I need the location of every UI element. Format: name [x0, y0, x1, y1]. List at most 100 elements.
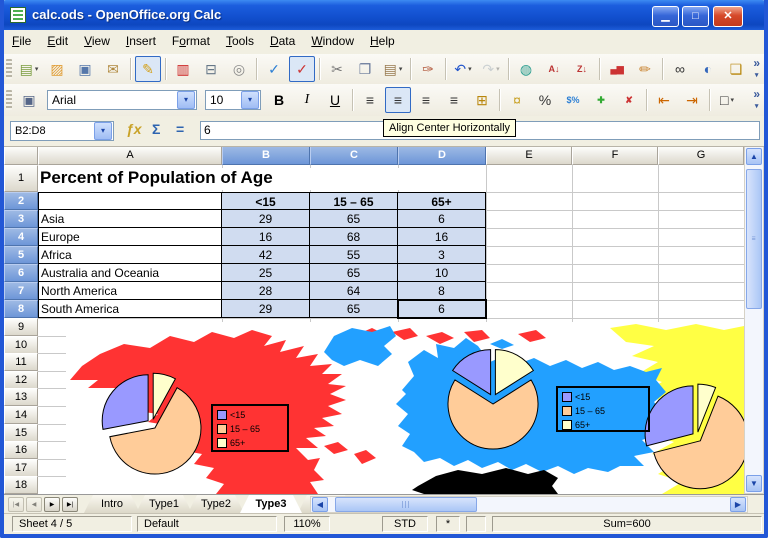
menu-tools[interactable]: Tools: [218, 30, 262, 54]
row-header-4[interactable]: 4: [4, 228, 38, 246]
row-header-13[interactable]: 13: [4, 388, 38, 406]
table-cell-value[interactable]: <15: [222, 192, 310, 210]
sort-ascending-button[interactable]: A↓: [541, 56, 567, 82]
maximize-button[interactable]: □: [682, 6, 709, 27]
font-size-dropdown-icon[interactable]: ▾: [241, 91, 259, 109]
column-header-B[interactable]: B: [222, 146, 310, 165]
table-cell-value[interactable]: 65: [310, 210, 398, 228]
row-header-5[interactable]: 5: [4, 246, 38, 264]
chart-legend[interactable]: <1515 – 6565+: [211, 404, 289, 452]
table-cell-value[interactable]: 65: [310, 300, 398, 318]
scroll-up-icon[interactable]: ▲: [746, 148, 762, 165]
number-format-currency-button[interactable]: ¤: [504, 87, 530, 113]
table-cell-value[interactable]: 29: [222, 210, 310, 228]
page-preview-button[interactable]: ◎: [226, 56, 252, 82]
function-wizard-icon[interactable]: ƒx: [126, 121, 142, 137]
table-cell-value[interactable]: 55: [310, 246, 398, 264]
column-header-D[interactable]: D: [398, 146, 486, 165]
insert-mode-field[interactable]: [466, 516, 486, 532]
styles-and-formatting-button[interactable]: ▣: [16, 87, 42, 113]
table-cell-value[interactable]: 8: [398, 282, 486, 300]
increase-indent-button[interactable]: ⇥: [679, 87, 705, 113]
next-sheet-button[interactable]: ▶: [44, 497, 60, 512]
menu-edit[interactable]: Edit: [39, 30, 76, 54]
minimize-button[interactable]: ▁: [652, 6, 679, 27]
row-header-11[interactable]: 11: [4, 353, 38, 371]
menu-insert[interactable]: Insert: [118, 30, 164, 54]
row-header-9[interactable]: 9: [4, 318, 38, 336]
title-bar[interactable]: calc.ods - OpenOffice.org Calc ▁ □ ✕: [0, 0, 768, 30]
table-cell-value[interactable]: 3: [398, 246, 486, 264]
table-cell-value[interactable]: 42: [222, 246, 310, 264]
paste-dropdown-arrow[interactable]: ▾: [399, 65, 403, 73]
row-header-15[interactable]: 15: [4, 424, 38, 442]
row-header-2[interactable]: 2: [4, 192, 38, 210]
table-cell-region-name[interactable]: North America: [38, 282, 222, 300]
open-button[interactable]: ▨: [44, 56, 70, 82]
align-right-button[interactable]: ≡: [413, 87, 439, 113]
column-header-F[interactable]: F: [572, 146, 658, 165]
find-and-replace-button[interactable]: ∞: [667, 56, 693, 82]
toolbar-overflow-button[interactable]: »▾: [753, 58, 760, 81]
sort-descending-button[interactable]: Z↓: [569, 56, 595, 82]
sheet-tab-type3[interactable]: Type3: [240, 495, 302, 513]
row-header-3[interactable]: 3: [4, 210, 38, 228]
table-cell-region-name[interactable]: Europe: [38, 228, 222, 246]
scroll-down-icon[interactable]: ▼: [746, 475, 762, 492]
table-cell-region-name[interactable]: South America: [38, 300, 222, 318]
font-name-combobox[interactable]: Arial ▾: [47, 90, 197, 110]
sheet-tab-intro[interactable]: Intro: [84, 495, 140, 513]
format-paintbrush-button[interactable]: ✑: [415, 56, 441, 82]
hyperlink-button[interactable]: ◍: [513, 56, 539, 82]
new-document-button[interactable]: ▤▾: [16, 56, 42, 82]
cut-button[interactable]: ✂: [324, 56, 350, 82]
undo-dropdown-arrow[interactable]: ▾: [468, 65, 472, 73]
gallery-button[interactable]: ❏: [723, 56, 749, 82]
font-name-dropdown-icon[interactable]: ▾: [177, 91, 195, 109]
formula-icon[interactable]: =: [176, 121, 184, 137]
number-format-standard-button[interactable]: $%: [560, 87, 586, 113]
chart-legend[interactable]: <1515 – 6565+: [556, 386, 650, 432]
vertical-scrollbar[interactable]: ▲ ≡ ▼: [744, 146, 764, 494]
scroll-left-icon[interactable]: ◀: [312, 497, 328, 512]
paste-button[interactable]: ▤▾: [380, 56, 406, 82]
menu-window[interactable]: Window: [303, 30, 362, 54]
column-header-A[interactable]: A: [38, 146, 222, 165]
table-cell-value[interactable]: 28: [222, 282, 310, 300]
table-cell-value[interactable]: 25: [222, 264, 310, 282]
row-header-16[interactable]: 16: [4, 441, 38, 459]
table-cell-value[interactable]: 10: [398, 264, 486, 282]
bold-button[interactable]: B: [266, 87, 292, 113]
insert-chart-button[interactable]: ▄▆: [604, 56, 630, 82]
column-header-E[interactable]: E: [486, 146, 572, 165]
active-cell-d8[interactable]: [397, 299, 487, 319]
table-cell-region-name[interactable]: [38, 192, 222, 210]
horizontal-scrollbar[interactable]: ◀ ||| ▶: [310, 496, 748, 513]
decrease-indent-button[interactable]: ⇤: [651, 87, 677, 113]
close-button[interactable]: ✕: [713, 6, 743, 27]
scroll-right-icon[interactable]: ▶: [730, 497, 746, 512]
email-document-button[interactable]: ✉: [100, 56, 126, 82]
selection-mode-field[interactable]: STD: [382, 516, 428, 532]
row-header-14[interactable]: 14: [4, 406, 38, 424]
align-left-button[interactable]: ≡: [357, 87, 383, 113]
menu-data[interactable]: Data: [262, 30, 303, 54]
name-box[interactable]: B2:D8 ▾: [10, 121, 114, 141]
export-pdf-button[interactable]: ▥: [170, 56, 196, 82]
table-cell-value[interactable]: 65+: [398, 192, 486, 210]
menu-help[interactable]: Help: [362, 30, 403, 54]
last-sheet-button[interactable]: ▶|: [62, 497, 78, 512]
save-button[interactable]: ▣: [72, 56, 98, 82]
name-box-dropdown-icon[interactable]: ▾: [94, 122, 112, 140]
merge-cells-button[interactable]: ⊞: [469, 87, 495, 113]
borders-dropdown-arrow[interactable]: ▾: [730, 96, 734, 104]
table-cell-value[interactable]: 16: [222, 228, 310, 246]
table-cell-value[interactable]: 29: [222, 300, 310, 318]
column-header-C[interactable]: C: [310, 146, 398, 165]
vertical-scrollbar-thumb[interactable]: ≡: [746, 169, 762, 309]
sum-icon[interactable]: Σ: [152, 121, 160, 137]
spellcheck-button[interactable]: ✓: [261, 56, 287, 82]
table-cell-value[interactable]: 65: [310, 264, 398, 282]
table-cell-region-name[interactable]: Africa: [38, 246, 222, 264]
row-header-6[interactable]: 6: [4, 264, 38, 282]
